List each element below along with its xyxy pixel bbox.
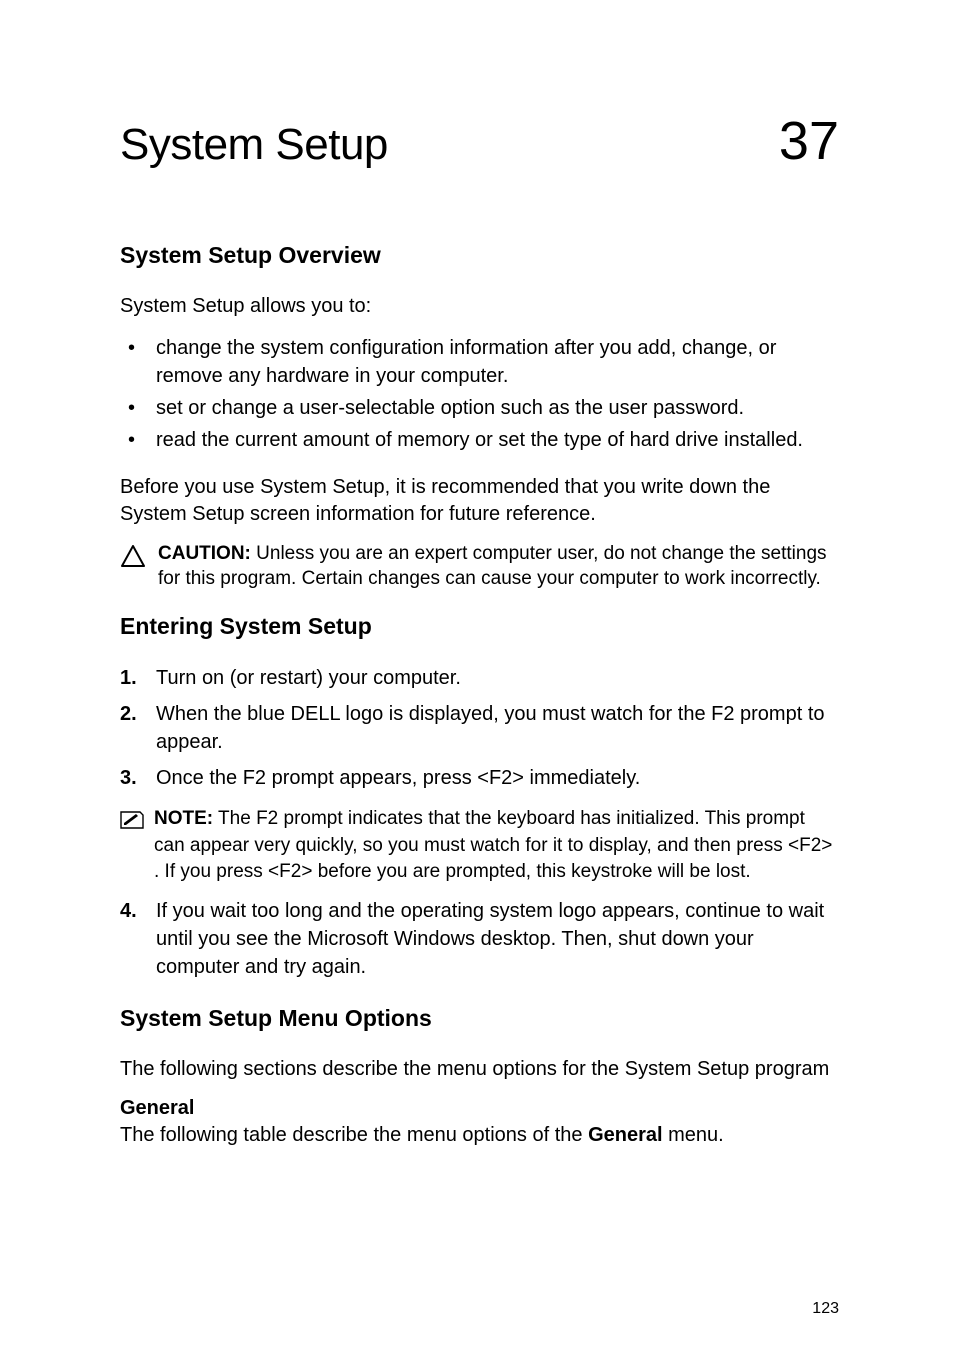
note-block: NOTE: The F2 prompt indicates that the k… bbox=[120, 806, 839, 885]
note-label: NOTE: bbox=[154, 808, 213, 829]
overview-before-text: Before you use System Setup, it is recom… bbox=[120, 474, 839, 528]
section-heading-overview: System Setup Overview bbox=[120, 242, 839, 269]
chapter-header: System Setup 37 bbox=[120, 110, 839, 172]
note-body: The F2 prompt indicates that the keyboar… bbox=[154, 808, 832, 881]
menu-desc-bold: General bbox=[588, 1124, 662, 1146]
list-item: Turn on (or restart) your computer. bbox=[120, 664, 839, 692]
page-number: 123 bbox=[812, 1300, 839, 1318]
caution-body: Unless you are an expert computer user, … bbox=[158, 543, 827, 589]
list-item: When the blue DELL logo is displayed, yo… bbox=[120, 700, 839, 756]
menu-sub-heading: General bbox=[120, 1097, 839, 1120]
chapter-number: 37 bbox=[779, 110, 839, 172]
section-heading-menu: System Setup Menu Options bbox=[120, 1005, 839, 1032]
list-item: set or change a user-selectable option s… bbox=[120, 394, 839, 422]
entering-steps-cont: If you wait too long and the operating s… bbox=[120, 897, 839, 981]
note-text: NOTE: The F2 prompt indicates that the k… bbox=[154, 806, 839, 885]
menu-intro: The following sections describe the menu… bbox=[120, 1056, 839, 1083]
list-item: read the current amount of memory or set… bbox=[120, 426, 839, 454]
note-pencil-icon bbox=[120, 809, 144, 829]
overview-intro: System Setup allows you to: bbox=[120, 293, 839, 320]
caution-triangle-icon bbox=[120, 544, 146, 568]
entering-steps: Turn on (or restart) your computer. When… bbox=[120, 664, 839, 792]
list-item: Once the F2 prompt appears, press <F2> i… bbox=[120, 764, 839, 792]
menu-desc-suffix: menu. bbox=[663, 1124, 724, 1146]
caution-block: CAUTION: Unless you are an expert comput… bbox=[120, 542, 839, 591]
caution-text: CAUTION: Unless you are an expert comput… bbox=[158, 542, 839, 591]
menu-desc-prefix: The following table describe the menu op… bbox=[120, 1124, 588, 1146]
caution-label: CAUTION: bbox=[158, 543, 251, 564]
menu-desc: The following table describe the menu op… bbox=[120, 1122, 839, 1149]
list-item: change the system configuration informat… bbox=[120, 334, 839, 390]
overview-bullet-list: change the system configuration informat… bbox=[120, 334, 839, 454]
list-item: If you wait too long and the operating s… bbox=[120, 897, 839, 981]
section-heading-entering: Entering System Setup bbox=[120, 613, 839, 640]
chapter-title: System Setup bbox=[120, 120, 388, 170]
